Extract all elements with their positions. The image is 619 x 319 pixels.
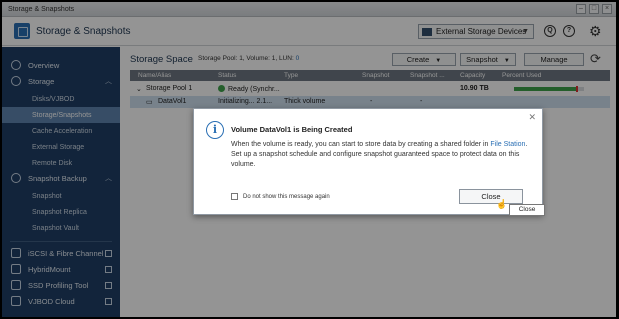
dont-show-again-label: Do not show this message again [243, 193, 330, 200]
dont-show-again-row[interactable]: Do not show this message again [231, 193, 330, 200]
dialog-message: When the volume is ready, you can start … [231, 141, 528, 168]
close-icon[interactable]: ✕ [528, 112, 536, 123]
app-window: Storage & Snapshots – □ × Storage & Snap… [2, 2, 616, 317]
dialog-message-text: When the volume is ready, you can start … [231, 141, 489, 148]
file-station-link[interactable]: File Station [490, 141, 525, 148]
close-tooltip: Close [509, 204, 545, 216]
dialog-title: Volume DataVol1 is Being Created [231, 125, 353, 134]
mouse-pointer-icon: ☝ [496, 199, 508, 209]
dialog-message-text-2: Set up a snapshot schedule and configure… [231, 151, 520, 168]
info-icon: i [206, 121, 224, 139]
dont-show-again-checkbox[interactable] [231, 193, 238, 200]
volume-created-dialog: ✕ i Volume DataVol1 is Being Created Whe… [193, 108, 543, 215]
close-button[interactable]: Close [459, 189, 523, 204]
